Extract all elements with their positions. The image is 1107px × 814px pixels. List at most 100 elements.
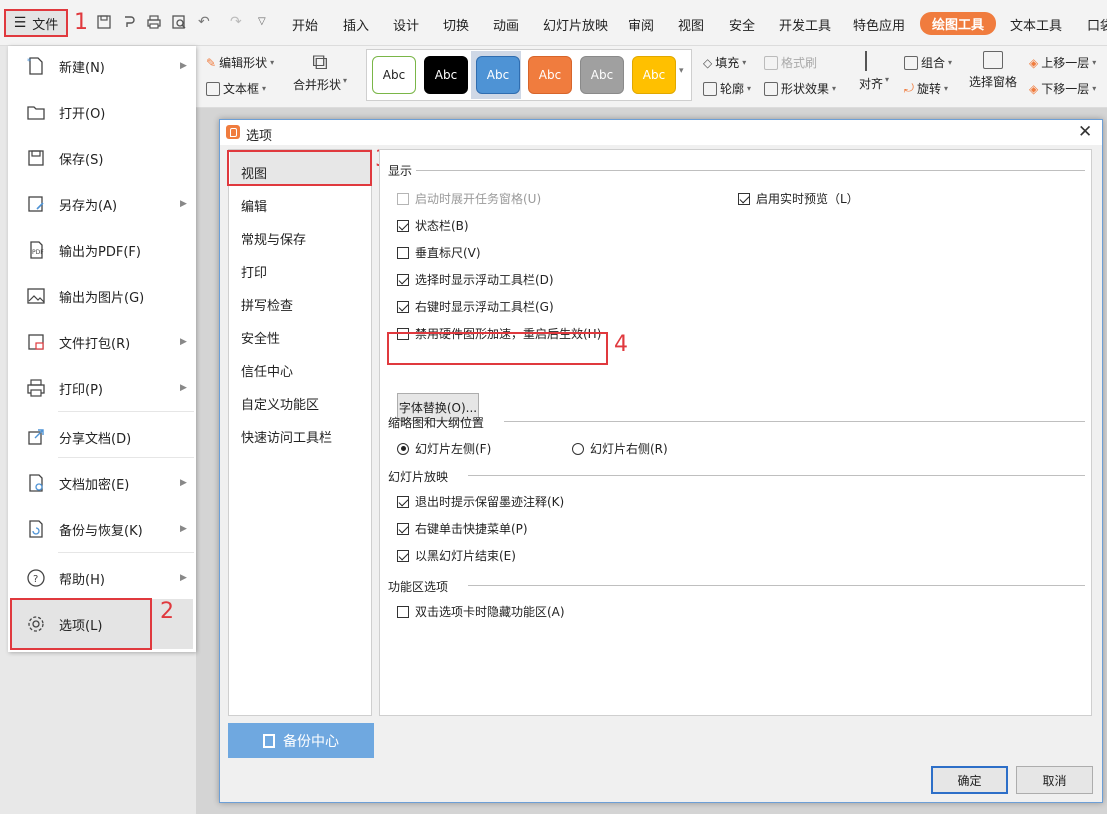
shape-style-swatch[interactable]: Abc — [528, 56, 572, 94]
print-icon[interactable] — [146, 14, 162, 30]
options-nav-item[interactable]: 常规与保存 — [241, 229, 306, 248]
file-menu-item-label: 新建(N) — [59, 60, 105, 76]
quick-access-dropdown-icon[interactable]: ▽ — [258, 16, 274, 32]
ribbon-tab[interactable]: 切换 — [443, 15, 469, 34]
checkbox-box — [397, 219, 409, 232]
print-preview-icon[interactable] — [171, 14, 187, 30]
options-nav-item[interactable]: 打印 — [241, 262, 267, 281]
ribbon-tab[interactable]: 审阅 — [628, 15, 654, 34]
close-icon[interactable]: ✕ — [1078, 122, 1092, 142]
submenu-arrow-icon: ▶ — [180, 337, 187, 347]
menu-separator — [58, 411, 194, 412]
redo-icon[interactable]: ↷ — [230, 14, 246, 30]
section-slideshow: 幻灯片放映 — [388, 470, 449, 484]
format-brush-button[interactable]: 格式刷 — [764, 54, 817, 71]
outline-button[interactable]: 轮廓 ▾ — [703, 80, 751, 97]
options-nav-item[interactable]: 拼写检查 — [241, 295, 293, 314]
group-button[interactable]: 组合 ▾ — [904, 54, 952, 71]
file-menu-label: 文件 — [32, 17, 59, 33]
checkbox-option[interactable]: 状态栏(B) — [397, 217, 469, 234]
ribbon-tab[interactable]: 口袋 — [1087, 15, 1107, 34]
checkbox-option[interactable]: 选择时显示浮动工具栏(D) — [397, 271, 554, 288]
file-menu-item[interactable]: * 新建(N) ▶ — [8, 46, 196, 86]
file-menu-item[interactable]: ? 帮助(H) ▶ — [8, 558, 196, 598]
checkbox-option[interactable]: 右键单击快捷菜单(P) — [397, 520, 528, 537]
ribbon-tab[interactable]: 视图 — [678, 15, 704, 34]
rotate-button[interactable]: ⤾ 旋转 ▾ — [904, 80, 948, 97]
file-menu-item[interactable]: 分享文档(D) — [8, 417, 196, 457]
file-menu-item[interactable]: 备份与恢复(K) ▶ — [8, 509, 196, 549]
options-nav-item[interactable]: 快速访问工具栏 — [241, 427, 332, 446]
undo-icon[interactable]: ↶ — [198, 14, 214, 30]
shape-style-swatch[interactable]: Abc — [580, 56, 624, 94]
file-menu-item[interactable]: 打印(P) ▶ — [8, 368, 196, 408]
ribbon-tab[interactable]: 插入 — [343, 15, 369, 34]
edit-shape-icon: ✎ — [206, 55, 217, 70]
checkbox-box — [397, 246, 409, 259]
file-menu-item-label: 输出为图片(G) — [59, 290, 145, 306]
ribbon-tab[interactable]: 开发工具 — [779, 15, 831, 34]
dialog-titlebar: 选项 ✕ — [220, 120, 1102, 145]
backup-icon — [26, 519, 46, 539]
checkbox-option[interactable]: 启动时展开任务窗格(U) — [397, 190, 541, 207]
options-nav-item[interactable]: 编辑 — [241, 196, 267, 215]
checkbox-option[interactable]: 垂直标尺(V) — [397, 244, 481, 261]
checkbox-option[interactable]: 退出时提示保留墨迹注释(K) — [397, 493, 564, 510]
align-button[interactable]: 对齐 ▾ — [859, 51, 889, 92]
merge-shape-button[interactable]: ⧉ 合并形状 ▾ — [293, 52, 347, 93]
highlight-box-hw-accel — [387, 332, 608, 365]
shape-style-swatch[interactable]: Abc — [372, 56, 416, 94]
file-menu-item[interactable]: 另存为(A) ▶ — [8, 184, 196, 224]
file-menu-item[interactable]: 输出为图片(G) — [8, 276, 196, 316]
ribbon-tab[interactable]: 文本工具 — [1010, 15, 1062, 34]
bring-forward-button[interactable]: ◈ 上移一层 ▾ — [1029, 54, 1096, 71]
cancel-button[interactable]: 取消 — [1016, 766, 1093, 794]
options-nav-item[interactable]: 自定义功能区 — [241, 394, 319, 413]
file-menu-item[interactable]: PDF 输出为PDF(F) — [8, 230, 196, 270]
radio-circle — [572, 442, 584, 455]
shape-style-swatch[interactable]: Abc — [476, 56, 520, 94]
checkbox-option[interactable]: 以黑幻灯片结束(E) — [397, 547, 516, 564]
shape-style-swatch[interactable]: Abc — [424, 56, 468, 94]
text-box-button[interactable]: 文本框 ▾ — [206, 80, 266, 97]
radio-option[interactable]: 幻灯片右侧(R) — [572, 440, 668, 457]
shape-style-swatch[interactable]: Abc — [632, 56, 676, 94]
ribbon-tab[interactable]: 安全 — [729, 15, 755, 34]
backup-center-button[interactable]: 备份中心 — [228, 723, 374, 758]
save-icon[interactable] — [96, 14, 112, 30]
ribbon-tab[interactable]: 开始 — [292, 15, 318, 34]
save-icon — [26, 148, 46, 168]
file-menu-item-label: 保存(S) — [59, 152, 104, 168]
shape-effect-button[interactable]: 形状效果 ▾ — [764, 80, 836, 97]
ribbon-tab[interactable]: 动画 — [493, 15, 519, 34]
undo-history-icon[interactable] — [121, 14, 137, 30]
send-backward-button[interactable]: ◈ 下移一层 ▾ — [1029, 80, 1096, 97]
backup-center-icon — [263, 733, 275, 748]
checkbox-option[interactable]: 右键时显示浮动工具栏(G) — [397, 298, 554, 315]
fill-button[interactable]: ◇ 填充 ▾ — [703, 54, 746, 71]
file-menu-item[interactable]: 文件打包(R) ▶ — [8, 322, 196, 362]
ribbon-tab[interactable]: 设计 — [393, 15, 419, 34]
selection-pane-button[interactable]: 选择窗格 — [969, 51, 1017, 90]
ribbon-tab[interactable]: 绘图工具 — [920, 12, 997, 35]
file-menu-item[interactable]: 打开(O) — [8, 92, 196, 132]
file-menu-button[interactable]: ☰ 文件 — [4, 9, 68, 37]
options-dialog: 选项 ✕ 视图 编辑 常规与保存 打印 拼写检查 安全性 信任中心 自定义功能区 快速访问工具栏… — [219, 119, 1103, 803]
edit-shape-button[interactable]: ✎ 编辑形状 ▾ — [206, 54, 274, 71]
file-menu-item[interactable]: 保存(S) — [8, 138, 196, 178]
options-nav-item[interactable]: 信任中心 — [241, 361, 293, 380]
ok-button[interactable]: 确定 — [931, 766, 1008, 794]
help-icon: ? — [26, 568, 46, 588]
file-menu-item[interactable]: 文档加密(E) ▶ — [8, 463, 196, 503]
realtime-preview-checkbox[interactable]: 启用实时预览（L） — [738, 190, 859, 207]
svg-text:PDF: PDF — [32, 249, 44, 256]
ribbon-tab[interactable]: 特色应用 — [853, 15, 905, 34]
gallery-scroll-icon[interactable]: ▾ — [679, 66, 684, 76]
radio-option[interactable]: 幻灯片左侧(F) — [397, 440, 491, 457]
section-ribbon: 功能区选项 — [388, 580, 449, 594]
options-nav-item[interactable]: 安全性 — [241, 328, 280, 347]
ribbon-tab[interactable]: 幻灯片放映 — [543, 15, 608, 34]
encrypt-icon — [26, 473, 46, 493]
file-menu-item-label: 另存为(A) — [59, 198, 118, 214]
checkbox-option[interactable]: 双击选项卡时隐藏功能区(A) — [397, 603, 565, 620]
